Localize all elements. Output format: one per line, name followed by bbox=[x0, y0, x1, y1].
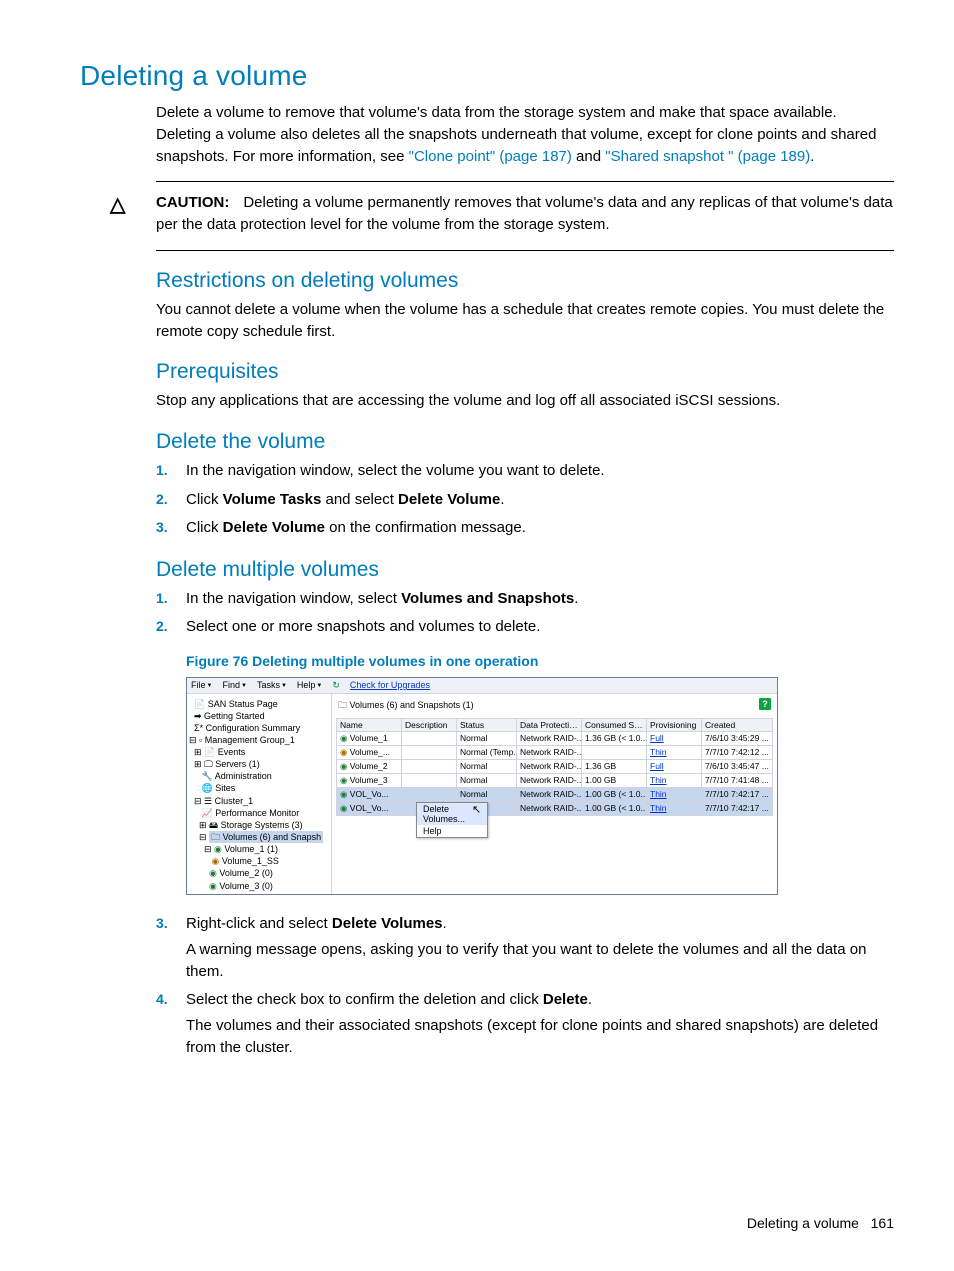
separator bbox=[156, 250, 894, 251]
help-icon[interactable]: ? bbox=[759, 698, 771, 710]
page-footer: Deleting a volume 161 bbox=[747, 1215, 894, 1231]
figure-caption: Figure 76 Deleting multiple volumes in o… bbox=[186, 653, 894, 669]
check-upgrades-link[interactable]: Check for Upgrades bbox=[350, 680, 430, 690]
shared-snapshot-link[interactable]: "Shared snapshot " (page 189) bbox=[605, 148, 810, 165]
delete-multi-step-3: Right-click and select Delete Volumes. A… bbox=[156, 913, 894, 983]
delete-multi-step-4: Select the check box to confirm the dele… bbox=[156, 989, 894, 1059]
delete-multi-step-2: Select one or more snapshots and volumes… bbox=[156, 616, 894, 639]
menu-file[interactable]: File▼ bbox=[191, 680, 212, 690]
restrictions-heading: Restrictions on deleting volumes bbox=[156, 269, 894, 293]
page-title: Deleting a volume bbox=[80, 60, 894, 92]
table-header[interactable]: Status bbox=[457, 718, 517, 731]
nav-tree[interactable]: 📄 SAN Status Page ➡ Getting Started Σ* C… bbox=[187, 694, 332, 894]
delete-multi-step-1: In the navigation window, select Volumes… bbox=[156, 588, 894, 611]
table-header[interactable]: Name bbox=[337, 718, 402, 731]
caution-label: CAUTION: bbox=[156, 194, 229, 211]
delete-volume-step-3: Click Delete Volume on the confirmation … bbox=[156, 517, 894, 540]
footer-title: Deleting a volume bbox=[747, 1215, 859, 1231]
caution-body: Deleting a volume permanently removes th… bbox=[156, 194, 893, 233]
intro-text-3: . bbox=[810, 148, 814, 165]
intro-text-2: and bbox=[572, 148, 605, 165]
figure-screenshot: File▼ Find▼ Tasks▼ Help▼ ↻ Check for Upg… bbox=[186, 677, 778, 895]
volumes-table[interactable]: NameDescriptionStatusData Protecti…Consu… bbox=[336, 718, 773, 816]
table-row[interactable]: ◉ VOL_Vo...NormalNetwork RAID-...1.00 GB… bbox=[337, 787, 773, 801]
delete-volume-heading: Delete the volume bbox=[156, 430, 894, 454]
delete-volume-step-1: In the navigation window, select the vol… bbox=[156, 460, 894, 483]
separator bbox=[156, 181, 894, 182]
table-header[interactable]: Created bbox=[702, 718, 773, 731]
table-row[interactable]: ◉ Volume_3NormalNetwork RAID-...1.00 GBT… bbox=[337, 773, 773, 787]
table-header[interactable]: Provisioning bbox=[647, 718, 702, 731]
prerequisites-text: Stop any applications that are accessing… bbox=[156, 390, 894, 412]
table-row[interactable]: ◉ VOL_Vo...NormalNetwork RAID-...1.00 GB… bbox=[337, 801, 773, 815]
caution-text: CAUTION:Deleting a volume permanently re… bbox=[156, 192, 894, 236]
table-row[interactable]: ◉ Volume_1NormalNetwork RAID-...1.36 GB … bbox=[337, 731, 773, 745]
table-header[interactable]: Consumed S… bbox=[582, 718, 647, 731]
delete-multi-step-4-note: The volumes and their associated snapsho… bbox=[186, 1015, 894, 1059]
restrictions-text: You cannot delete a volume when the volu… bbox=[156, 299, 894, 343]
menu-tasks[interactable]: Tasks▼ bbox=[257, 680, 287, 690]
prerequisites-heading: Prerequisites bbox=[156, 360, 894, 384]
delete-volume-step-2: Click Volume Tasks and select Delete Vol… bbox=[156, 489, 894, 512]
delete-multiple-heading: Delete multiple volumes bbox=[156, 558, 894, 582]
caution-icon: △ bbox=[110, 192, 125, 217]
clone-point-link[interactable]: "Clone point" (page 187) bbox=[409, 148, 572, 165]
intro-paragraph: Delete a volume to remove that volume's … bbox=[156, 102, 894, 167]
delete-multi-step-3-note: A warning message opens, asking you to v… bbox=[186, 939, 894, 983]
menu-find[interactable]: Find▼ bbox=[222, 680, 246, 690]
table-header[interactable]: Data Protecti… bbox=[517, 718, 582, 731]
table-row[interactable]: ◉ Volume_...Normal (Temp...Network RAID-… bbox=[337, 745, 773, 759]
cursor-icon: ↖ bbox=[472, 805, 481, 816]
footer-page-number: 161 bbox=[871, 1215, 894, 1231]
table-header[interactable]: Description bbox=[402, 718, 457, 731]
menu-help[interactable]: Help▼ bbox=[297, 680, 322, 690]
main-panel-title: Volumes (6) and Snapshots (1) bbox=[350, 700, 474, 710]
refresh-icon[interactable]: ↻ bbox=[332, 680, 340, 691]
context-help[interactable]: Help bbox=[417, 825, 487, 837]
table-row[interactable]: ◉ Volume_2NormalNetwork RAID-...1.36 GBF… bbox=[337, 759, 773, 773]
